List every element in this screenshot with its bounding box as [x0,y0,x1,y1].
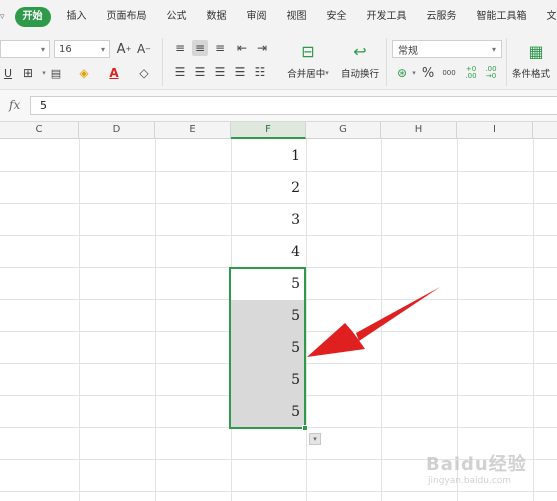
annotation-arrow-icon [307,287,440,357]
watermark-logo-text: Baidu经验 [426,454,527,475]
watermark-url: jingyan.baidu.com [428,476,512,486]
baidu-watermark: Baidu经验 jingyan.baidu.com [426,450,554,498]
